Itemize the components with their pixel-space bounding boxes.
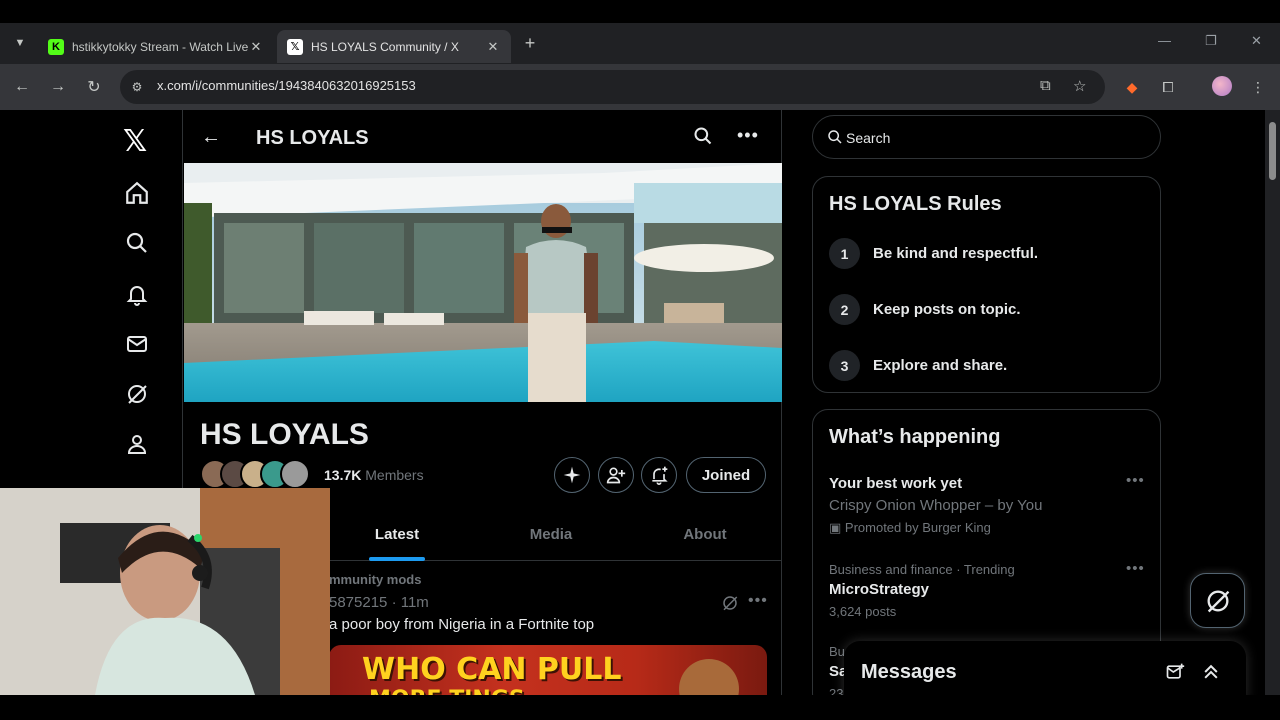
trend-more-icon[interactable]: ••• xyxy=(1126,560,1145,577)
rule-number: 2 xyxy=(829,294,860,325)
tab-title: HS LOYALS Community / X xyxy=(311,39,459,54)
messages-envelope-icon[interactable] xyxy=(124,331,150,357)
post-text: a poor boy from Nigeria in a Fortnite to… xyxy=(329,616,595,633)
trend-title[interactable]: MicroStrategy xyxy=(829,581,929,598)
grok-float-button[interactable] xyxy=(1190,573,1245,628)
promoted-text: Promoted by Burger King xyxy=(844,520,991,535)
tab-search-button[interactable]: ▼ xyxy=(8,31,32,55)
restore-icon[interactable]: ❐ xyxy=(1205,33,1217,49)
new-tab-button[interactable]: + xyxy=(520,33,540,53)
os-top-strip xyxy=(0,0,1280,23)
scrollbar-thumb[interactable] xyxy=(1269,122,1276,180)
tab-about[interactable]: About xyxy=(637,526,773,543)
community-header: ← HS LOYALS ••• xyxy=(183,110,782,163)
trend-title[interactable]: Your best work yet xyxy=(829,475,962,492)
profile-person-icon[interactable] xyxy=(124,431,150,457)
trend-post-count: 3,624 posts xyxy=(829,604,897,619)
kick-favicon-icon: K xyxy=(48,38,64,55)
more-options-icon[interactable]: ••• xyxy=(737,125,759,146)
extension-fox-icon[interactable]: ◆ xyxy=(1122,77,1142,97)
post-more-icon[interactable]: ••• xyxy=(748,592,768,610)
media-headline-2: MORE TINGS xyxy=(369,687,525,695)
grok-icon[interactable] xyxy=(721,594,739,617)
back-icon[interactable]: ← xyxy=(11,76,33,98)
tab-title: hstikkytokky Stream - Watch Live xyxy=(72,39,248,54)
forward-icon[interactable]: → xyxy=(47,76,69,98)
install-app-icon[interactable]: ⧉ xyxy=(1040,77,1051,94)
members-label: Members xyxy=(365,467,424,483)
expand-chevron-icon[interactable] xyxy=(1201,662,1221,687)
trend-category: Business and finance · Trending xyxy=(829,562,1015,577)
grok-icon[interactable] xyxy=(124,381,150,407)
joined-button[interactable]: Joined xyxy=(686,457,766,493)
active-tab-indicator xyxy=(369,557,425,561)
streamer-webcam-overlay xyxy=(0,488,330,695)
post-author[interactable]: mmunity mods xyxy=(329,572,421,587)
search-community-icon[interactable] xyxy=(693,126,713,151)
trend-subtitle: Crispy Onion Whopper – by You xyxy=(829,497,1043,514)
media-character-image xyxy=(679,659,739,695)
browser-menu-icon[interactable]: ⋮ xyxy=(1248,77,1268,97)
rule-number: 1 xyxy=(829,238,860,269)
close-tab-icon[interactable]: ✕ xyxy=(485,39,501,55)
member-avatar xyxy=(280,459,310,489)
media-headline: WHO CAN PULL xyxy=(362,652,622,687)
community-rules-card: HS LOYALS Rules 1 Be kind and respectful… xyxy=(812,176,1161,393)
member-count[interactable]: 13.7K Members xyxy=(324,467,424,483)
new-message-icon[interactable] xyxy=(1165,662,1185,687)
rules-title: HS LOYALS Rules xyxy=(829,193,1002,215)
x-favicon-icon: 𝕏 xyxy=(287,38,303,55)
notifications-bell-icon[interactable] xyxy=(124,281,150,307)
trend-more-icon[interactable]: ••• xyxy=(1126,472,1145,489)
community-name: HS LOYALS xyxy=(200,418,369,451)
os-bottom-strip xyxy=(0,695,1280,720)
home-icon[interactable] xyxy=(124,180,150,206)
tab-latest[interactable]: Latest xyxy=(333,526,461,543)
page-scrollbar[interactable] xyxy=(1265,110,1280,695)
happening-title: What’s happening xyxy=(829,426,1001,448)
site-info-icon[interactable]: ⚙ xyxy=(128,78,146,96)
tab-media[interactable]: Media xyxy=(483,526,619,543)
messages-drawer[interactable]: Messages xyxy=(844,641,1246,695)
x-logo-icon[interactable]: 𝕏 xyxy=(123,124,147,159)
extensions-puzzle-icon[interactable]: ⧠ xyxy=(1158,77,1178,97)
community-banner-image xyxy=(184,163,782,402)
member-avatars[interactable] xyxy=(200,459,315,489)
rule-text: Keep posts on topic. xyxy=(873,301,1021,318)
bookmark-star-icon[interactable]: ☆ xyxy=(1073,77,1086,95)
trend-post-count: 23 xyxy=(829,686,844,695)
post-media-image[interactable]: WHO CAN PULL MORE TINGS xyxy=(329,645,767,695)
explore-search-icon[interactable] xyxy=(124,230,150,256)
browser-tab-kick[interactable]: K hstikkytokky Stream - Watch Live ✕ xyxy=(38,30,274,63)
notify-bell-plus-button[interactable] xyxy=(641,457,677,493)
profile-avatar[interactable] xyxy=(1212,76,1232,96)
browser-tab-x-community[interactable]: 𝕏 HS LOYALS Community / X ✕ xyxy=(277,30,511,63)
messages-title: Messages xyxy=(861,661,957,683)
rule-text: Explore and share. xyxy=(873,357,1008,374)
grok-sparkle-button[interactable] xyxy=(554,457,590,493)
search-input[interactable]: Search xyxy=(812,115,1161,159)
promoted-icon: ▣ xyxy=(829,520,845,535)
reload-icon[interactable]: ↻ xyxy=(83,76,105,98)
invite-user-button[interactable] xyxy=(598,457,634,493)
search-placeholder: Search xyxy=(846,130,891,146)
rule-number: 3 xyxy=(829,350,860,381)
minimize-icon[interactable]: — xyxy=(1158,33,1171,48)
member-count-value: 13.7K xyxy=(324,467,362,483)
back-arrow-icon[interactable]: ← xyxy=(201,126,221,149)
url-text[interactable]: x.com/i/communities/1943840632016925153 xyxy=(157,78,416,93)
close-tab-icon[interactable]: ✕ xyxy=(248,39,264,55)
close-window-icon[interactable]: ✕ xyxy=(1251,33,1262,49)
page-title: HS LOYALS xyxy=(256,127,369,149)
search-icon xyxy=(827,129,843,150)
post-meta: 5875215 · 11m xyxy=(329,594,429,611)
rule-text: Be kind and respectful. xyxy=(873,245,1039,262)
promoted-label: ▣ Promoted by Burger King xyxy=(829,520,991,536)
